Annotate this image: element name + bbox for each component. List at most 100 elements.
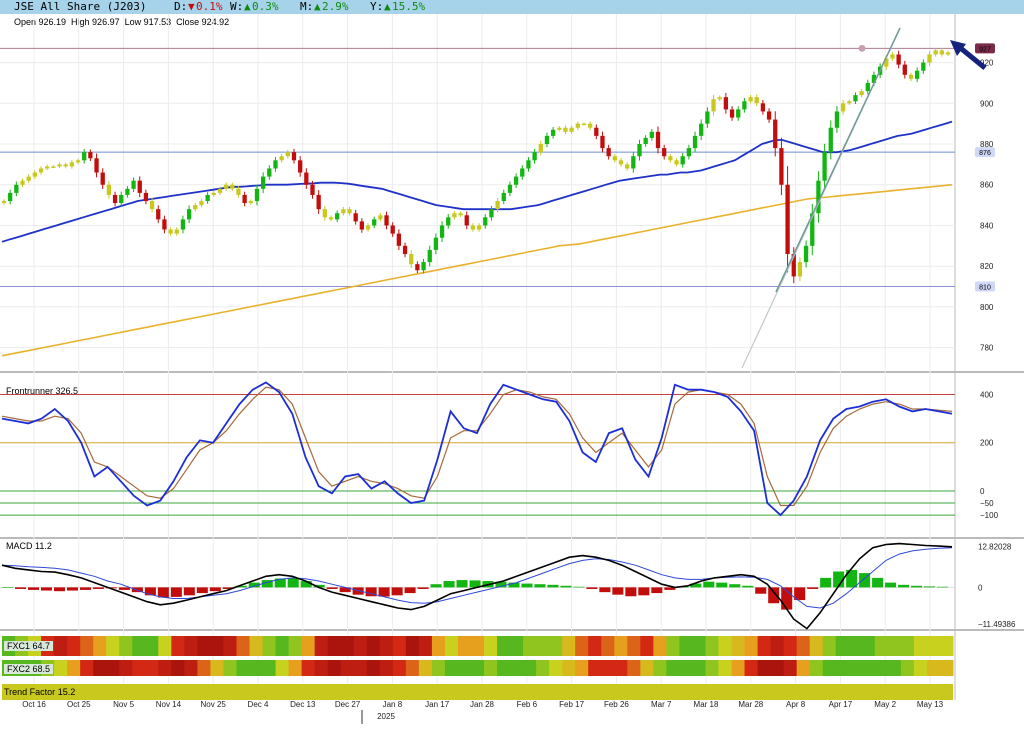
fxc1-cell [288, 636, 303, 656]
fxc2-cell [132, 660, 146, 676]
fxc1-cell [171, 636, 185, 656]
macd-histogram-bar [638, 587, 650, 596]
candle-body [464, 215, 469, 226]
candle-body [452, 213, 457, 218]
candle-body [513, 176, 519, 185]
x-tick-label: Mar 28 [738, 700, 763, 709]
macd-histogram-bar [820, 577, 832, 588]
macd-histogram-bar [872, 577, 884, 588]
x-tick-label: Jan 17 [425, 700, 450, 709]
candle-body [421, 262, 426, 271]
macd-title: MACD 11.2 [6, 541, 52, 551]
candle-body [125, 188, 130, 195]
candle-body [840, 103, 846, 112]
macd-histogram-bar [911, 585, 923, 588]
fxc1-cell [666, 636, 680, 656]
slow-moving-average-line [1, 183, 953, 357]
macd-histogram-bar [183, 587, 195, 596]
fxc2-cell [744, 660, 759, 676]
candle-body [736, 109, 741, 118]
fxc1-cell [549, 636, 563, 656]
macd-histogram-bar [716, 582, 728, 588]
fxc1-cell [132, 636, 146, 656]
candle-body [729, 109, 735, 118]
y-tick-label: 800 [980, 303, 994, 312]
candle-body [699, 123, 704, 136]
candle-body [193, 205, 198, 210]
candle-body [754, 97, 759, 104]
candle-body [489, 209, 494, 218]
fxc2-cell [536, 660, 550, 676]
macd-histogram-bar [586, 587, 598, 589]
fxc2-cell [431, 660, 446, 676]
fxc1-cell [601, 636, 615, 656]
fxc2-cell [54, 660, 68, 676]
fxc2-cell [679, 660, 693, 676]
candle-body [38, 168, 44, 173]
candle-body [686, 148, 692, 157]
candle-body [322, 209, 327, 218]
macd-histogram-bar [937, 586, 949, 588]
macd-histogram-bar [430, 584, 442, 588]
frontrunner-y-tick-label: 400 [980, 390, 994, 399]
frontrunner-y-tick-label: −50 [980, 499, 994, 508]
fxc1-cell [106, 636, 120, 656]
fxc1-cell [93, 636, 107, 656]
candle-body [828, 127, 833, 153]
fxc1-cell [366, 636, 381, 656]
fxc1-cell [835, 636, 850, 656]
fxc2-cell [249, 660, 264, 676]
fxc1-cell [536, 636, 550, 656]
candle-body [612, 156, 617, 161]
fxc2-cell [926, 660, 941, 676]
trend-factor-bar [2, 684, 953, 700]
fxc1-cell [236, 636, 251, 656]
macd-histogram-bar [157, 587, 169, 598]
fxc1-cell [418, 636, 433, 656]
candle-body [908, 74, 914, 79]
candle-body [131, 180, 136, 189]
fxc2-cell [601, 660, 615, 676]
candle-body [112, 194, 118, 204]
candle-body [896, 54, 901, 65]
x-tick-label: Apr 17 [829, 700, 853, 709]
fxc2-cell [288, 660, 303, 676]
fxc1-cell [497, 636, 511, 656]
fxc2-cell [379, 660, 394, 676]
fxc1-cell [379, 636, 394, 656]
fxc1-cell [913, 636, 928, 656]
candle-body [230, 184, 235, 189]
fxc1-cell [54, 636, 68, 656]
fxc2-cell [366, 660, 381, 676]
fxc2-cell [783, 660, 798, 676]
fxc2-cell [796, 660, 811, 676]
candle-body [427, 249, 432, 263]
x-tick-label: Nov 25 [201, 700, 227, 709]
candle-body [415, 264, 420, 271]
candle-body [51, 166, 56, 168]
macd-histogram-bar [651, 587, 663, 594]
fxc1-cell [275, 636, 290, 656]
fxc2-cell [262, 660, 277, 676]
fxc1-cell [939, 636, 954, 656]
x-tick-label: Feb 26 [604, 700, 629, 709]
fxc2-cell [484, 660, 498, 676]
fxc2-cell [171, 660, 185, 676]
fxc1-cell [757, 636, 772, 656]
fxc1-cell [614, 636, 628, 656]
fxc1-cell [457, 636, 472, 656]
fxc1-cell [588, 636, 602, 656]
gridlines [0, 14, 955, 700]
fxc2-cell [80, 660, 94, 676]
fxc1-cell [653, 636, 667, 656]
macd-histogram-bar [599, 587, 611, 593]
x-tick-label: Dec 4 [248, 700, 269, 709]
candle-body [180, 219, 186, 230]
macd-histogram-bar [14, 587, 27, 589]
macd-histogram-bar [27, 587, 40, 590]
fxc1-cell [80, 636, 94, 656]
candle-body [310, 184, 315, 195]
candle-body [372, 219, 377, 226]
x-tick-label: Apr 8 [786, 700, 806, 709]
fxc2-value: 68.5 [32, 664, 51, 674]
